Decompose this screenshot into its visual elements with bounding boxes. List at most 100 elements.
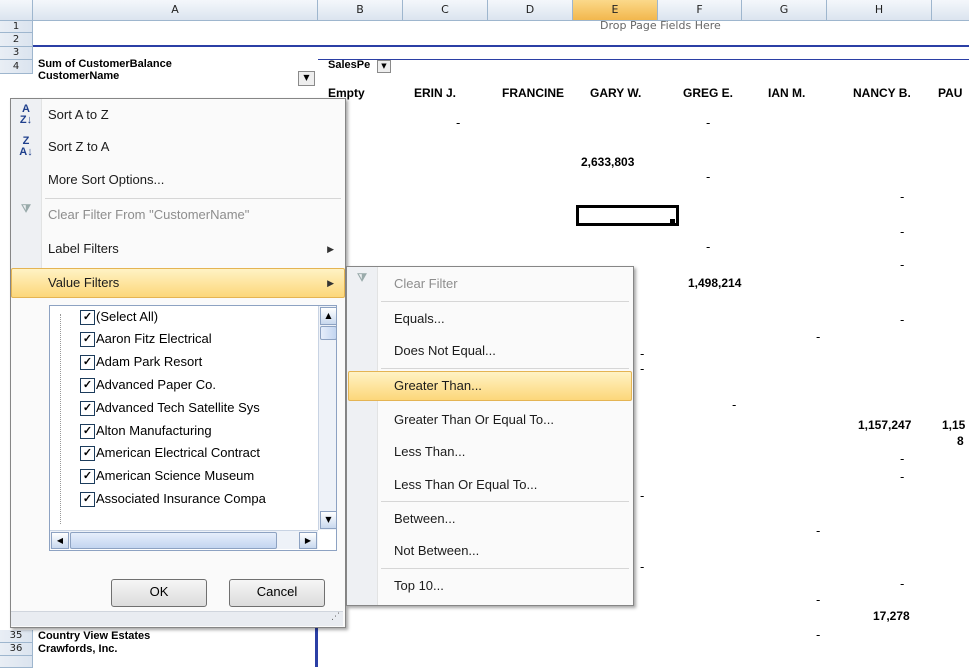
cell-value: 2,633,803 bbox=[581, 155, 635, 169]
column-header-c[interactable]: C bbox=[403, 0, 488, 20]
scroll-thumb[interactable] bbox=[70, 532, 277, 549]
filter-top-10[interactable]: Top 10... bbox=[348, 572, 632, 600]
col-header-gary: GARY W. bbox=[590, 86, 642, 100]
cell-dash: - bbox=[640, 347, 645, 361]
submenu-arrow-icon: ▶ bbox=[327, 278, 334, 288]
row-header-2[interactable]: 2 bbox=[0, 33, 33, 47]
checkbox[interactable]: ✓ bbox=[80, 424, 95, 439]
cell-dash: - bbox=[900, 452, 905, 466]
filter-equals[interactable]: Equals... bbox=[348, 305, 632, 333]
active-cell[interactable] bbox=[576, 205, 679, 226]
value-filters-submenu: ⧩ Clear Filter Equals... Does Not Equal.… bbox=[346, 266, 634, 606]
scroll-left-icon[interactable]: ◀ bbox=[51, 532, 69, 549]
filter-between[interactable]: Between... bbox=[348, 505, 632, 533]
column-header-f[interactable]: F bbox=[658, 0, 742, 20]
sort-za-icon: Z A↓ bbox=[19, 135, 33, 158]
pivot-row-field-label: CustomerName bbox=[38, 70, 120, 82]
filter-not-between[interactable]: Not Between... bbox=[348, 537, 632, 565]
cell-value: 8 bbox=[957, 434, 964, 448]
row-label: Crawfords, Inc. bbox=[38, 643, 118, 655]
col-header-pau: PAU bbox=[938, 86, 963, 100]
cell-dash: - bbox=[900, 470, 905, 484]
checkbox[interactable]: ✓ bbox=[80, 332, 95, 347]
list-horizontal-scrollbar[interactable]: ◀ ▶ bbox=[50, 530, 318, 549]
clear-filter[interactable]: ⧩ Clear Filter bbox=[348, 270, 632, 298]
column-header-h[interactable]: H bbox=[827, 0, 932, 20]
ok-button[interactable]: OK bbox=[111, 579, 207, 607]
checkbox[interactable]: ✓ bbox=[80, 310, 95, 325]
sort-a-to-z[interactable]: A Z↓ Sort A to Z bbox=[12, 101, 344, 129]
menu-separator bbox=[381, 301, 629, 302]
pivot-left-border bbox=[315, 628, 318, 667]
col-header-erin: ERIN J. bbox=[414, 86, 457, 100]
value-filters[interactable]: Value Filters ▶ bbox=[11, 268, 345, 298]
row-label: Country View Estates bbox=[38, 630, 151, 642]
cell-dash: - bbox=[816, 330, 821, 344]
column-header-b[interactable]: B bbox=[318, 0, 403, 20]
customer-filter-list[interactable]: ✓ (Select All) ✓ Aaron Fitz Electrical ✓… bbox=[49, 305, 337, 551]
list-vertical-scrollbar[interactable]: ▲ ▼ bbox=[318, 306, 336, 530]
fill-handle[interactable] bbox=[670, 219, 675, 224]
checkbox[interactable]: ✓ bbox=[80, 446, 95, 461]
checkbox[interactable]: ✓ bbox=[80, 401, 95, 416]
row-header-4[interactable]: 4 bbox=[0, 60, 33, 74]
tree-line bbox=[60, 314, 62, 524]
filter-less-than[interactable]: Less Than... bbox=[348, 438, 632, 466]
menu-separator bbox=[45, 198, 341, 199]
column-header-g[interactable]: G bbox=[742, 0, 827, 20]
cancel-button[interactable]: Cancel bbox=[229, 579, 325, 607]
more-sort-options[interactable]: More Sort Options... bbox=[12, 166, 344, 194]
row-header-36[interactable]: 36 bbox=[0, 643, 33, 656]
column-header-a[interactable]: A bbox=[33, 0, 318, 20]
label-filters[interactable]: Label Filters ▶ bbox=[12, 235, 344, 263]
drop-page-fields-hint: Drop Page Fields Here bbox=[600, 19, 721, 32]
clear-filter-from-customername[interactable]: ⧩ Clear Filter From "CustomerName" bbox=[12, 201, 344, 229]
cell-value: 1,498,214 bbox=[688, 276, 742, 290]
cell-value: 1,15 bbox=[942, 418, 966, 432]
resize-grip-icon[interactable]: ⋰ bbox=[331, 612, 340, 622]
cell-dash: - bbox=[900, 258, 905, 272]
cell-value: 1,157,247 bbox=[858, 418, 912, 432]
row-header-3[interactable]: 3 bbox=[0, 47, 33, 60]
salesperson-filter-dropdown[interactable]: ▼ bbox=[377, 60, 391, 73]
sort-az-icon: A Z↓ bbox=[19, 103, 33, 126]
scroll-up-icon[interactable]: ▲ bbox=[320, 307, 336, 325]
row-header-1[interactable]: 1 bbox=[0, 21, 33, 33]
menu-separator bbox=[381, 568, 629, 569]
cell-dash: - bbox=[900, 577, 905, 591]
column-header-d[interactable]: D bbox=[488, 0, 573, 20]
menu-separator bbox=[381, 501, 629, 502]
filter-less-than-or-equal[interactable]: Less Than Or Equal To... bbox=[348, 471, 632, 499]
cell-dash: - bbox=[456, 116, 461, 130]
cell-dash: - bbox=[900, 313, 905, 327]
cell-dash: - bbox=[706, 116, 711, 130]
row-header-35[interactable]: 35 bbox=[0, 630, 33, 643]
col-header-ian: IAN M. bbox=[768, 86, 806, 100]
select-all-corner[interactable] bbox=[0, 0, 33, 20]
checkbox[interactable]: ✓ bbox=[80, 378, 95, 393]
col-header-francine: FRANCINE bbox=[502, 86, 564, 100]
scroll-down-icon[interactable]: ▼ bbox=[320, 511, 336, 529]
checkbox[interactable]: ✓ bbox=[80, 492, 95, 507]
cell-dash: - bbox=[640, 489, 645, 503]
cell-value: 17,278 bbox=[873, 609, 910, 623]
cell-dash: - bbox=[732, 398, 737, 412]
menu-separator bbox=[381, 368, 629, 369]
cell-dash: - bbox=[900, 190, 905, 204]
checkbox[interactable]: ✓ bbox=[80, 355, 95, 370]
customername-filter-dropdown[interactable]: ▼ bbox=[298, 71, 315, 86]
row-header-37[interactable] bbox=[0, 656, 33, 668]
scroll-right-icon[interactable]: ▶ bbox=[299, 532, 317, 549]
checkbox[interactable]: ✓ bbox=[80, 469, 95, 484]
cell-dash: - bbox=[640, 560, 645, 574]
sort-z-to-a[interactable]: Z A↓ Sort Z to A bbox=[12, 133, 344, 161]
cell-dash: - bbox=[816, 593, 821, 607]
column-header-e[interactable]: E bbox=[573, 0, 658, 20]
filter-does-not-equal[interactable]: Does Not Equal... bbox=[348, 337, 632, 365]
cell-dash: - bbox=[900, 225, 905, 239]
cell-dash: - bbox=[706, 240, 711, 254]
filter-greater-than-or-equal[interactable]: Greater Than Or Equal To... bbox=[348, 406, 632, 434]
scroll-thumb[interactable] bbox=[320, 326, 336, 340]
cell-dash: - bbox=[816, 628, 821, 642]
filter-greater-than[interactable]: Greater Than... bbox=[348, 371, 632, 401]
